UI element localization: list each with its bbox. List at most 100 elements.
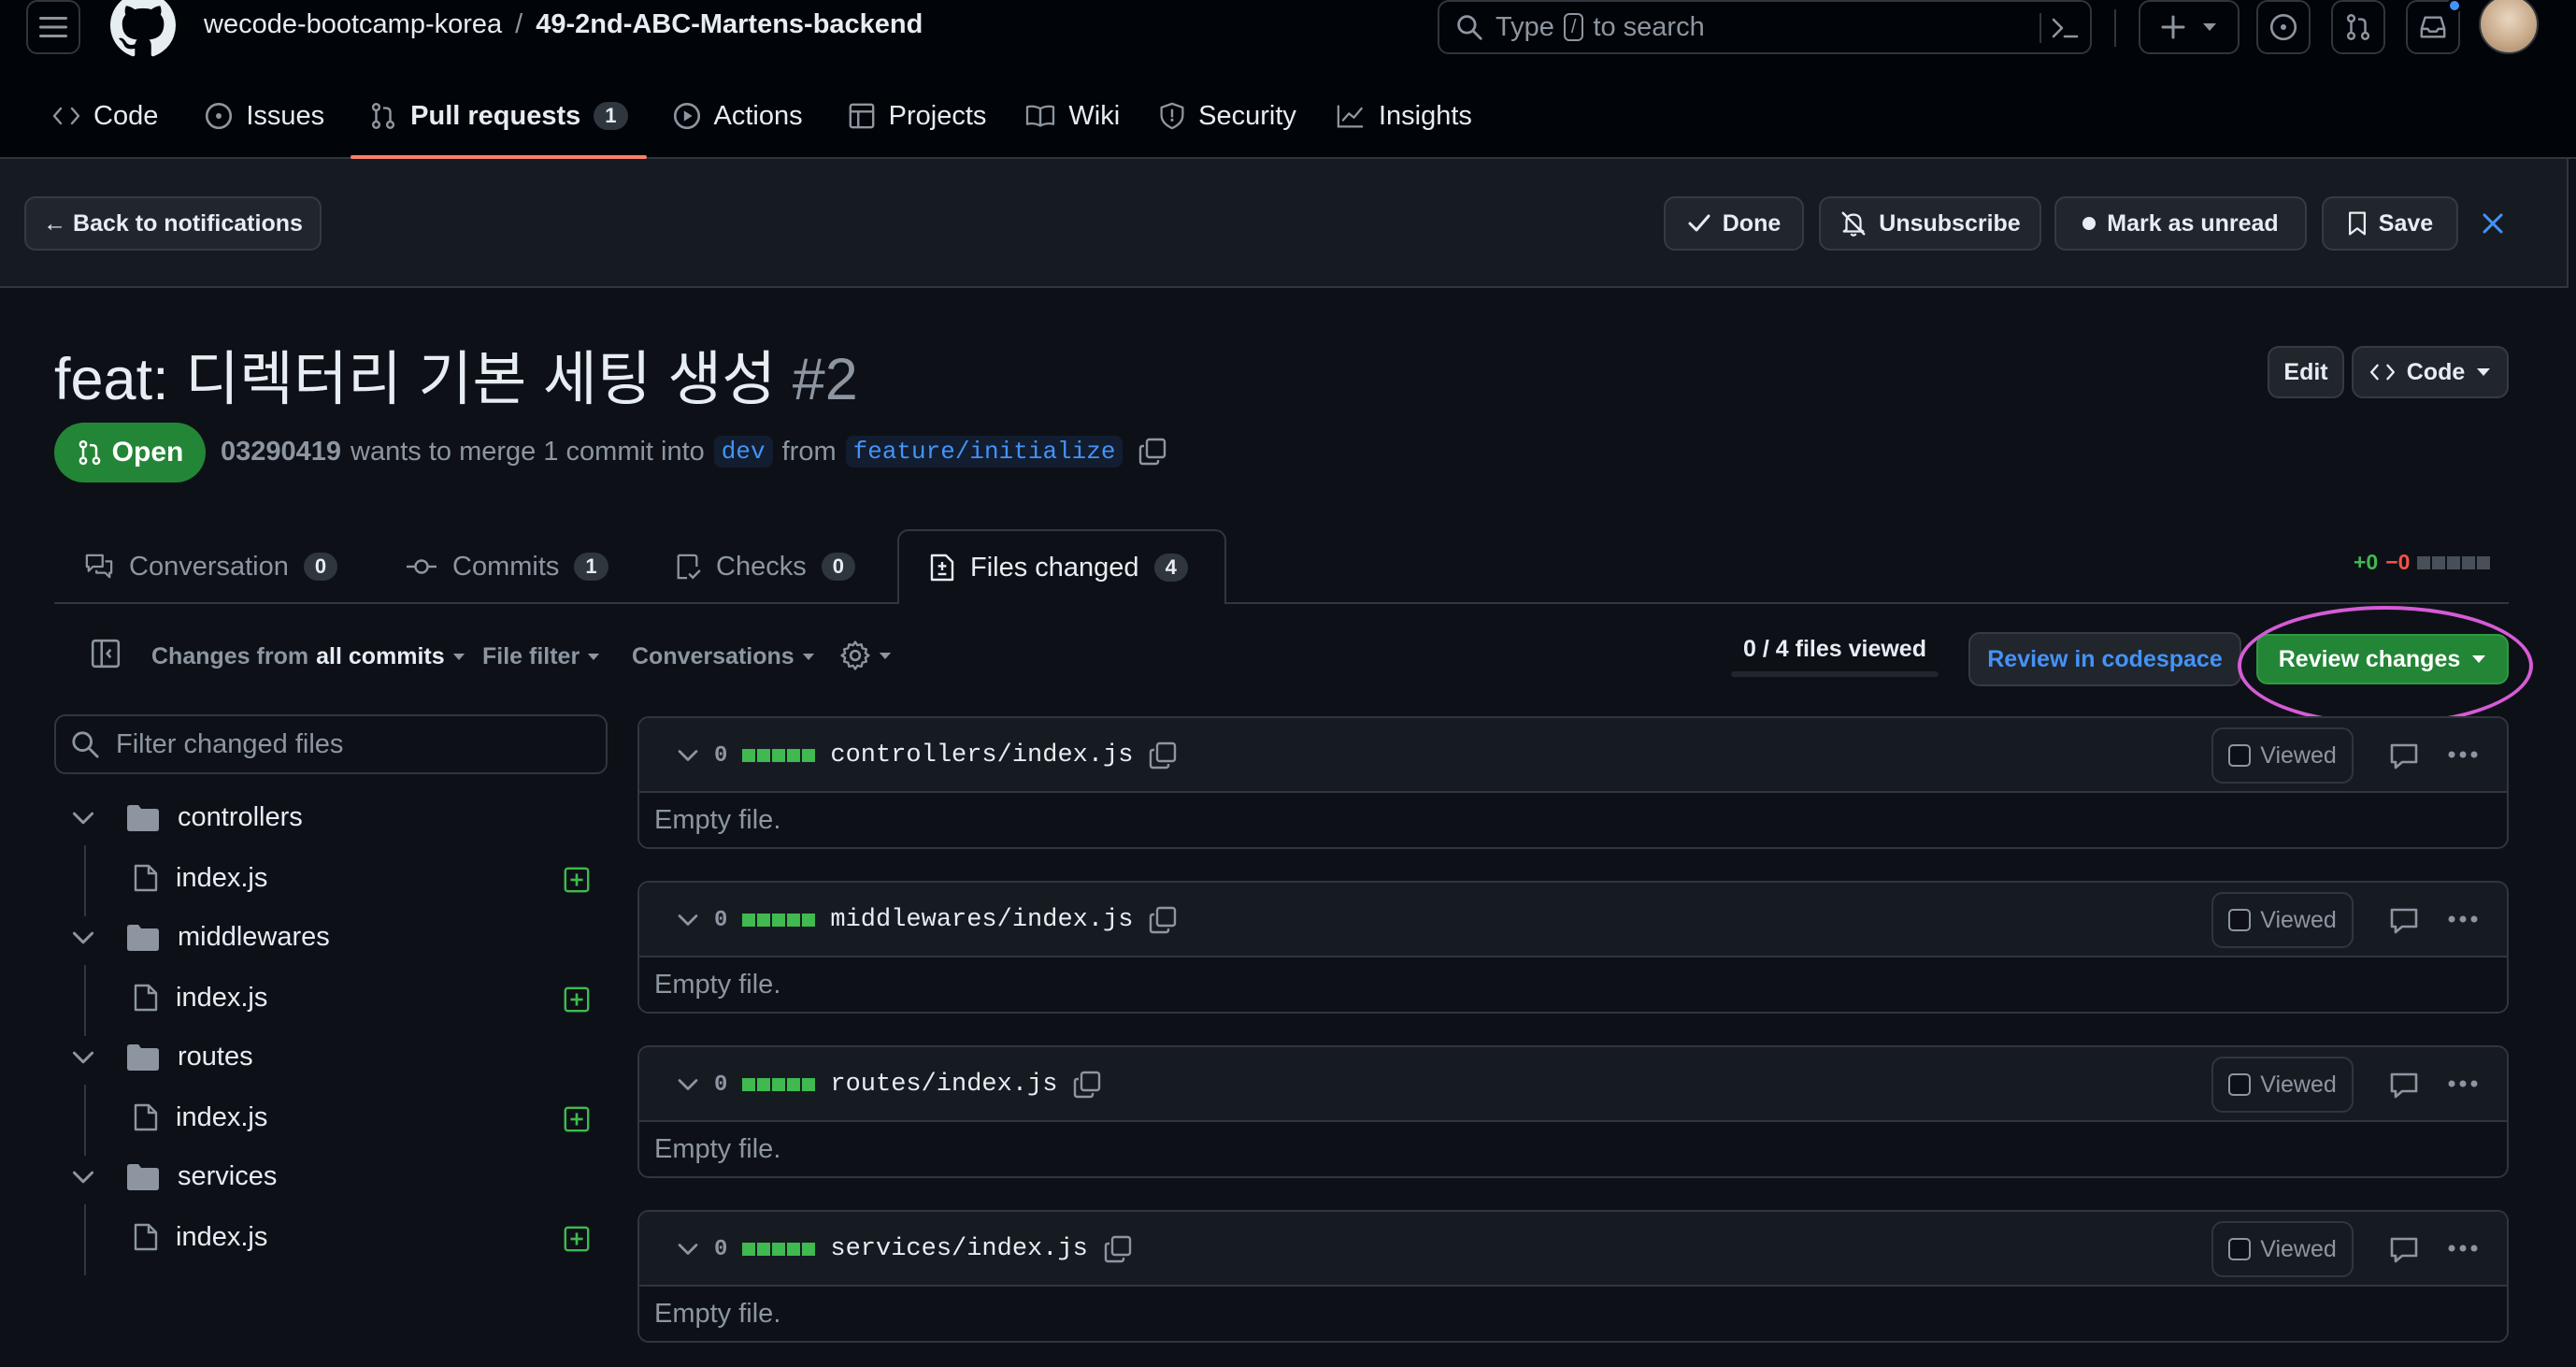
chevron-down-icon[interactable] [677, 1077, 699, 1092]
back-to-notifications-button[interactable]: ← Back to notifications [24, 196, 322, 251]
comment-icon[interactable] [2389, 1236, 2419, 1264]
filter-files-input[interactable]: Filter changed files [54, 714, 608, 774]
copy-icon[interactable] [1138, 437, 1167, 467]
changes-from-dropdown[interactable]: Changes from all commits [151, 643, 465, 670]
file-header: 0 services/index.js Viewed [639, 1212, 2507, 1287]
pull-requests-counter: 1 [594, 102, 628, 130]
inbox-button[interactable] [2406, 0, 2462, 54]
conversations-dropdown[interactable]: Conversations [632, 643, 815, 670]
files-changed-counter: 4 [1153, 554, 1188, 582]
comment-discussion-icon [85, 554, 113, 579]
code-dropdown-button[interactable]: Code [2352, 346, 2509, 398]
file-icon [134, 1223, 158, 1251]
tree-file[interactable]: index.js [133, 1221, 267, 1253]
file-path-link[interactable]: services/index.js [830, 1235, 1087, 1263]
base-branch[interactable]: dev [713, 436, 773, 468]
nav-tab-issues[interactable]: Issues [186, 90, 343, 142]
review-in-codespace-button[interactable]: Review in codespace [1968, 632, 2241, 686]
file-filter-dropdown[interactable]: File filter [482, 643, 600, 670]
viewed-checkbox[interactable]: Viewed [2211, 1057, 2354, 1113]
copy-icon[interactable] [1148, 741, 1178, 770]
file-diff: 0 middlewares/index.js Viewed Empty file… [637, 881, 2509, 1014]
folder-icon [127, 1163, 159, 1190]
create-new-button[interactable] [2139, 0, 2240, 54]
save-button[interactable]: Save [2322, 196, 2458, 251]
chevron-down-icon[interactable] [677, 748, 699, 763]
files-viewed-progress [1731, 671, 1939, 677]
viewed-checkbox[interactable]: Viewed [2211, 1221, 2354, 1277]
tree-folder-label: services [178, 1161, 278, 1191]
copy-icon[interactable] [1072, 1070, 1102, 1100]
unsubscribe-button[interactable]: Unsubscribe [1819, 196, 2041, 251]
close-notification-button[interactable] [2481, 211, 2505, 236]
inbox-icon [2420, 16, 2446, 38]
dot-icon [2082, 217, 2097, 230]
tree-folder-label: controllers [178, 802, 303, 832]
nav-tab-wiki[interactable]: Wiki [1007, 90, 1138, 142]
plus-icon [2161, 15, 2185, 39]
file-path-link[interactable]: routes/index.js [830, 1071, 1057, 1099]
kebab-horizontal-icon[interactable] [2447, 1079, 2479, 1088]
head-branch[interactable]: feature/initialize [845, 436, 1123, 468]
command-palette-icon[interactable] [2051, 16, 2079, 40]
pull-requests-button[interactable] [2331, 0, 2385, 54]
repo-owner-link[interactable]: wecode-bootcamp-korea [204, 9, 502, 39]
viewed-checkbox[interactable]: Viewed [2211, 892, 2354, 948]
tab-checks[interactable]: Checks 0 [675, 529, 855, 604]
tree-folder[interactable]: routes [71, 1042, 253, 1072]
kebab-horizontal-icon[interactable] [2447, 1244, 2479, 1253]
viewed-checkbox[interactable]: Viewed [2211, 727, 2354, 784]
repo-name-link[interactable]: 49-2nd-ABC-Martens-backend [536, 9, 923, 39]
author-link[interactable]: 03290419 [221, 437, 341, 468]
file-path-link[interactable]: controllers/index.js [830, 741, 1133, 770]
toggle-file-tree-button[interactable] [90, 638, 122, 669]
caret-down-icon [452, 654, 465, 660]
tree-folder[interactable]: services [71, 1161, 277, 1192]
issue-opened-icon [2269, 13, 2297, 41]
tab-files-changed[interactable]: Files changed 4 [897, 529, 1226, 604]
file-path-link[interactable]: middlewares/index.js [830, 906, 1133, 934]
git-pull-request-icon [2346, 14, 2370, 40]
nav-tab-issues-label: Issues [246, 100, 325, 131]
nav-tab-pull-requests[interactable]: Pull requests 1 [351, 90, 647, 159]
file-body: Empty file. [639, 1287, 2507, 1341]
tree-folder[interactable]: controllers [71, 802, 303, 833]
done-button[interactable]: Done [1664, 196, 1804, 251]
menu-button[interactable] [26, 0, 80, 54]
copy-icon[interactable] [1148, 905, 1178, 935]
nav-tab-security[interactable]: Security [1140, 90, 1315, 142]
diff-settings-dropdown[interactable] [839, 640, 892, 671]
copy-icon[interactable] [1103, 1234, 1133, 1264]
edit-title-button[interactable]: Edit [2268, 346, 2344, 398]
nav-tab-wiki-label: Wiki [1068, 100, 1121, 131]
kebab-horizontal-icon[interactable] [2447, 750, 2479, 759]
nav-tab-projects[interactable]: Projects [829, 90, 1006, 142]
nav-tab-insights[interactable]: Insights [1317, 90, 1491, 142]
issues-button[interactable] [2256, 0, 2311, 54]
tab-conversation[interactable]: Conversation 0 [84, 529, 338, 604]
nav-tab-code[interactable]: Code [34, 90, 177, 142]
pr-title-text: feat: 디렉터리 기본 세팅 생성 [54, 347, 777, 412]
kebab-horizontal-icon[interactable] [2447, 914, 2479, 924]
tree-file[interactable]: index.js [133, 982, 267, 1014]
user-avatar[interactable] [2479, 0, 2539, 54]
tree-folder[interactable]: middlewares [71, 922, 330, 953]
search-input[interactable]: Type / to search [1438, 0, 2092, 54]
comment-icon[interactable] [2389, 1072, 2419, 1100]
tree-file[interactable]: index.js [133, 1101, 267, 1133]
comment-icon[interactable] [2389, 742, 2419, 770]
commits-counter: 1 [574, 553, 608, 581]
tab-commits[interactable]: Commits 1 [406, 529, 608, 604]
comment-icon[interactable] [2389, 907, 2419, 935]
code-icon [52, 107, 80, 125]
github-logo-icon[interactable] [110, 0, 176, 58]
chevron-down-icon[interactable] [677, 913, 699, 928]
mark-as-unread-button[interactable]: Mark as unread [2054, 196, 2307, 251]
chevron-down-icon[interactable] [677, 1242, 699, 1257]
tree-file-label: index.js [176, 1221, 268, 1252]
tree-file[interactable]: index.js [133, 862, 267, 894]
save-label: Save [2378, 209, 2434, 237]
merge-summary: 03290419 wants to merge 1 commit into de… [221, 436, 1167, 468]
nav-tab-actions[interactable]: Actions [654, 90, 822, 142]
graph-icon [1337, 105, 1364, 128]
